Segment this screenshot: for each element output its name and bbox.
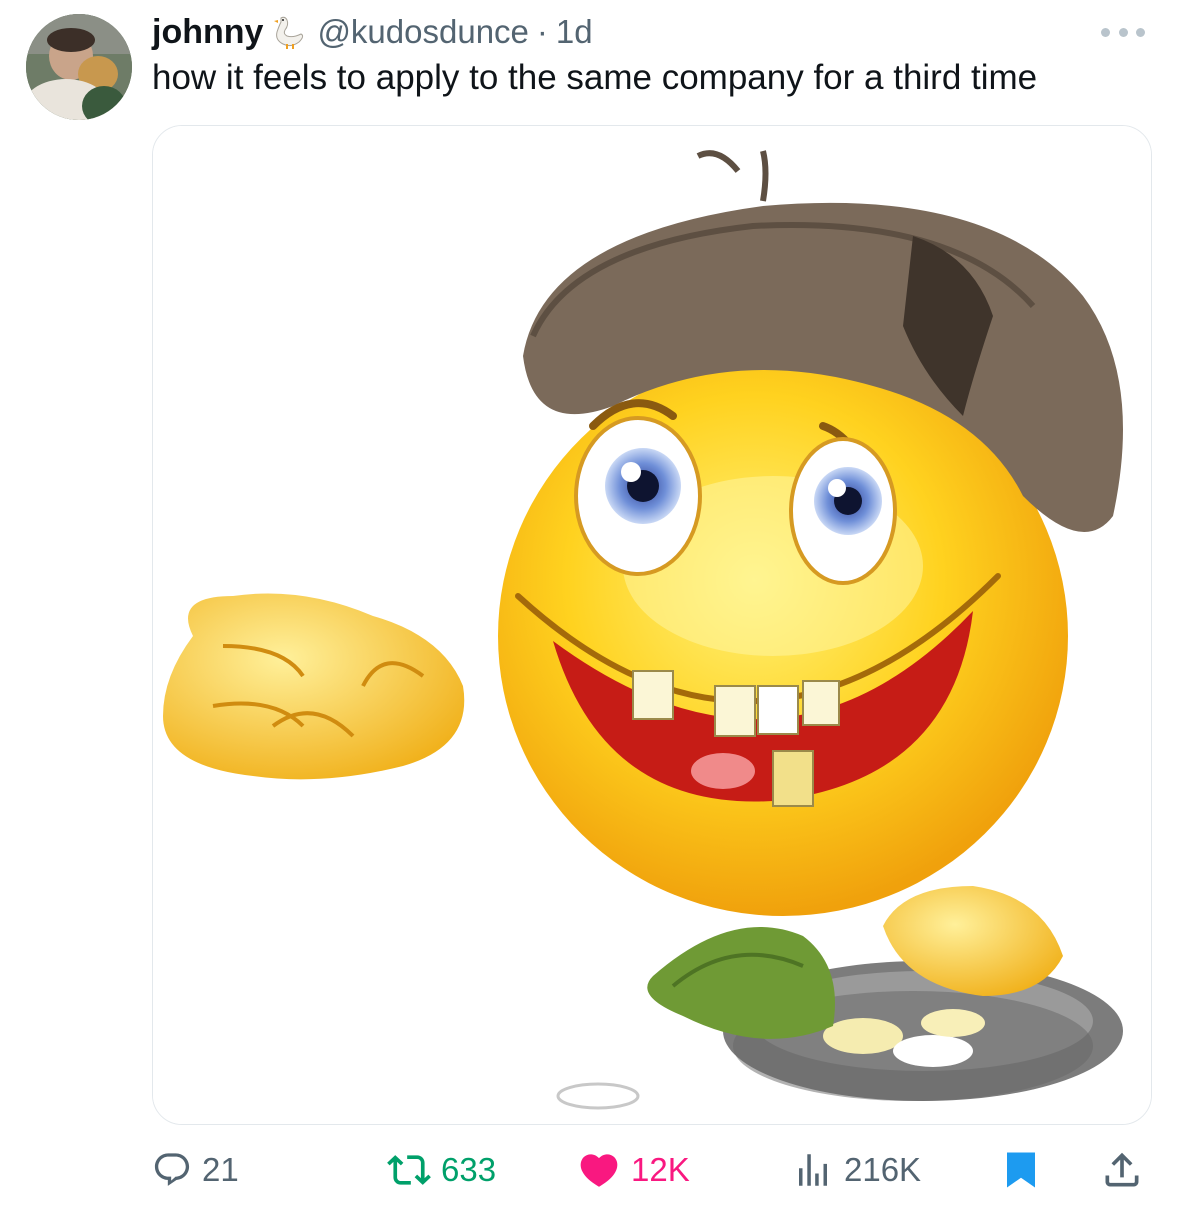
views-button[interactable]: 216K [792,1140,921,1200]
bookmark-filled-icon [1007,1152,1035,1188]
tweet-actions: 21 633 12K 216K [152,1140,1150,1200]
retweet-count: 633 [441,1151,497,1188]
user-avatar[interactable] [26,14,132,120]
more-dot [1136,27,1145,37]
retweet-button[interactable]: 633 [387,1140,496,1200]
tweet-media[interactable] [152,125,1152,1125]
share-icon [1105,1152,1139,1187]
heart-filled-icon [580,1154,618,1187]
analytics-icon [799,1154,827,1186]
more-options-icon[interactable] [1101,22,1145,42]
beggar-smiley-image [153,126,1151,1124]
user-handle[interactable]: @kudosdunce [317,13,528,51]
display-name[interactable]: johnny [152,13,263,52]
separator-dot: · [536,13,548,50]
reply-button[interactable]: 21 [152,1140,239,1200]
more-dot [1101,27,1110,37]
reply-count: 21 [202,1151,239,1188]
tweet-header: johnny @kudosdunce · 1d [152,12,593,52]
views-count: 216K [844,1151,922,1188]
like-button[interactable]: 12K [577,1140,690,1200]
reply-icon [154,1153,190,1186]
tweet-time[interactable]: 1d [556,13,593,51]
bookmark-button[interactable] [1000,1140,1042,1200]
share-button[interactable] [1100,1140,1144,1200]
more-dot [1118,27,1128,37]
avatar-photo [26,14,132,120]
like-count: 12K [631,1151,690,1188]
tweet-text: how it feels to apply to the same compan… [152,58,1038,97]
goose-icon [273,14,309,50]
retweet-icon [387,1155,431,1185]
